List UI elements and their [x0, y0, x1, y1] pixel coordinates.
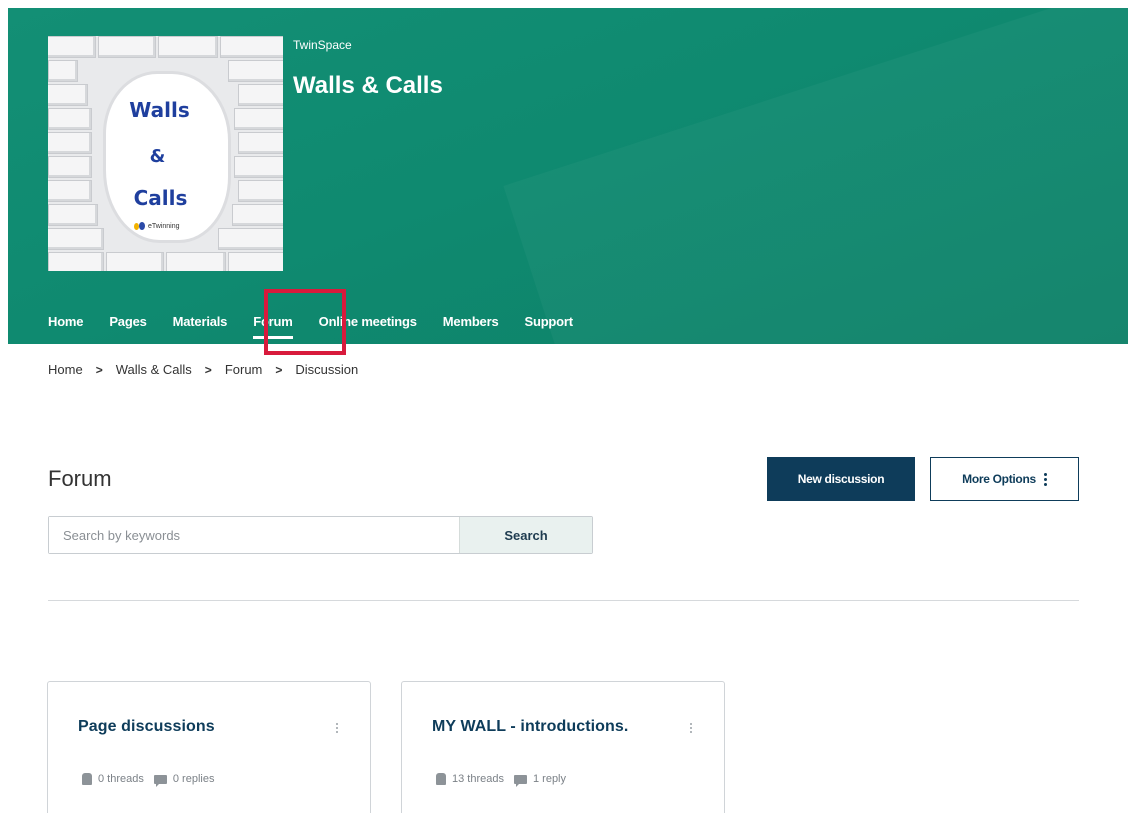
breadcrumb-forum[interactable]: Forum [225, 362, 263, 377]
forum-card[interactable]: MY WALL - introductions. 13 threads 1 re… [401, 681, 725, 813]
search-button[interactable]: Search [459, 517, 592, 553]
thread-icon [82, 773, 92, 785]
reply-icon [153, 774, 167, 787]
logo-text-ampersand: & [149, 146, 166, 167]
page-title: Forum [48, 466, 112, 491]
reply-count: 0 replies [172, 773, 215, 785]
kebab-icon [690, 723, 692, 733]
nav-home[interactable]: Home [48, 314, 84, 329]
more-options-button[interactable]: More Options [930, 457, 1079, 501]
reply-count: 1 reply [532, 773, 567, 785]
thread-count: 0 threads [98, 773, 144, 785]
thread-count: 13 threads [452, 773, 504, 785]
breadcrumb-separator-icon: > [95, 362, 103, 377]
logo-text-walls: Walls [129, 98, 190, 122]
more-options-label: More Options [962, 472, 1036, 486]
search-input[interactable] [49, 517, 459, 553]
nav-support[interactable]: Support [524, 314, 573, 329]
forum-card-title[interactable]: Page discussions [78, 718, 215, 736]
etwinning-badge: eTwinning [134, 222, 180, 231]
project-logo: Walls & Calls eTwinning [48, 36, 283, 271]
card-stats: 0 threads 0 replies [82, 773, 215, 787]
divider [48, 600, 1079, 601]
kebab-icon [1043, 472, 1047, 486]
breadcrumb-project[interactable]: Walls & Calls [116, 362, 192, 377]
nav-pages[interactable]: Pages [109, 314, 147, 329]
new-discussion-label: New discussion [797, 472, 885, 486]
reply-icon [513, 774, 527, 787]
breadcrumb-current: Discussion [295, 362, 359, 377]
logo-text-calls: Calls [133, 186, 188, 210]
nav-materials[interactable]: Materials [173, 314, 228, 329]
kebab-icon [336, 723, 338, 733]
project-header: Walls & Calls eTwinning TwinSpace Walls … [8, 8, 1128, 344]
breadcrumb-separator-icon: > [204, 362, 212, 377]
project-title: Walls & Calls [293, 72, 443, 99]
etwinning-text: eTwinning [148, 223, 180, 230]
breadcrumb-separator-icon: > [275, 362, 283, 377]
nav-members[interactable]: Members [443, 314, 499, 329]
search-bar: Search [48, 516, 593, 554]
card-menu-button[interactable] [690, 712, 692, 733]
forum-card-title[interactable]: MY WALL - introductions. [432, 718, 628, 736]
card-stats: 13 threads 1 reply [436, 773, 567, 787]
new-discussion-button[interactable]: New discussion [767, 457, 915, 501]
section-label: TwinSpace [293, 38, 352, 52]
card-menu-button[interactable] [336, 712, 338, 733]
thread-icon [436, 773, 446, 785]
breadcrumb-home[interactable]: Home [48, 362, 83, 377]
forum-card[interactable]: Page discussions 0 threads 0 replies [47, 681, 371, 813]
breadcrumb: Home > Walls & Calls > Forum > Discussio… [48, 362, 358, 377]
etwinning-icon [134, 222, 146, 231]
forum-highlight-box [264, 289, 346, 355]
